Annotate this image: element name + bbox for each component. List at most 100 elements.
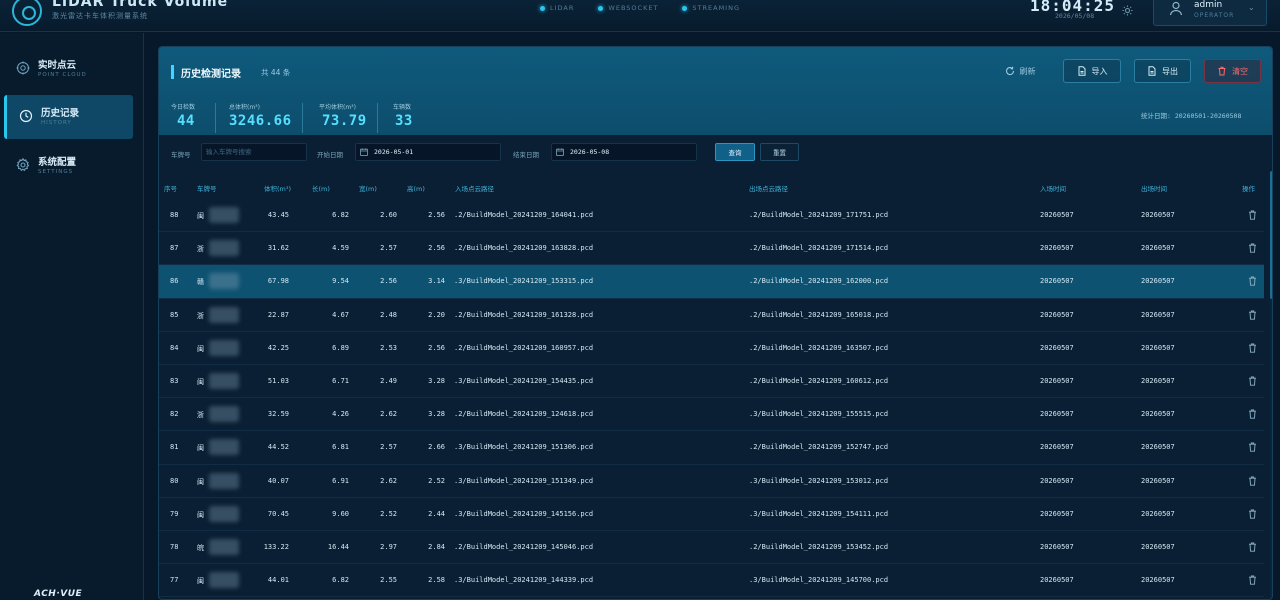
import-button[interactable]: 导入 <box>1063 59 1121 83</box>
cell-plate: 浙 <box>197 245 204 254</box>
table-body: 88 闽 43.45 6.82 2.60 2.56 .2/BuildModel_202412… <box>159 199 1264 598</box>
sidebar-item-point-cloud[interactable]: 实时点云 POINT CLOUD <box>4 47 133 91</box>
cell-in-path: .2/BuildModel_20241209_145046.pcd <box>454 542 594 551</box>
cell-out-time: 20260507 <box>1141 310 1175 319</box>
table-row[interactable]: 84 闽 42.25 6.89 2.53 2.56 .2/BuildModel_202412… <box>159 332 1264 365</box>
cell-length: 9.60 <box>332 509 349 518</box>
sidebar-item-sublabel: HISTORY <box>41 120 72 126</box>
cell-volume: 43.45 <box>267 211 289 219</box>
status-dot-icon <box>682 5 688 11</box>
plate-redaction-blur <box>209 505 239 522</box>
clock-icon <box>19 109 33 123</box>
cell-volume: 42.25 <box>267 343 289 352</box>
cell-in-time: 20260507 <box>1040 509 1074 518</box>
plate-redaction-blur <box>209 306 239 323</box>
table-row[interactable]: 87 浙 31.62 4.59 2.57 2.56 .2/BuildModel_202412… <box>159 232 1264 266</box>
delete-row-icon[interactable] <box>1248 509 1257 519</box>
panel-header: 历史检测记录 共 44 条 刷新 导入 导出 清空 今日检数 44 总体积(m³… <box>159 47 1272 135</box>
col-header-height: 高(m) <box>407 185 425 193</box>
stat-value: 44 <box>177 113 195 129</box>
table-row[interactable]: 80 闽 40.07 6.91 2.62 2.52 .3/BuildModel_202412… <box>159 465 1264 498</box>
table-scrollbar[interactable] <box>1270 171 1272 599</box>
status-label: WEBSOCKET <box>608 4 659 12</box>
sidebar-item-sublabel: SETTINGS <box>38 169 74 175</box>
cell-width: 2.57 <box>380 244 397 253</box>
sidebar-item-settings[interactable]: 系统配置 SETTINGS <box>4 144 133 188</box>
start-date-picker[interactable]: 2026-05-01 <box>355 143 501 161</box>
user-menu[interactable]: admin OPERATOR ⌄ <box>1153 0 1267 26</box>
table-row[interactable]: 88 闽 43.45 6.82 2.60 2.56 .2/BuildModel_202412… <box>159 199 1264 233</box>
status-lidar: LIDAR <box>540 4 574 12</box>
table-row[interactable]: 79 闽 70.45 9.60 2.52 2.44 .3/BuildModel_202412… <box>159 498 1264 531</box>
start-date-label: 开始日期 <box>317 151 343 159</box>
start-date-value: 2026-05-01 <box>374 148 414 156</box>
delete-row-icon[interactable] <box>1248 575 1257 585</box>
cell-length: 6.71 <box>332 376 349 385</box>
cell-out-time: 20260507 <box>1141 410 1175 419</box>
theme-toggle-button[interactable] <box>1115 0 1139 20</box>
col-header-out-time: 出场时间 <box>1141 185 1167 193</box>
table-row[interactable]: 83 闽 51.03 6.71 2.49 3.28 .3/BuildModel_202412… <box>159 365 1264 399</box>
stat-divider <box>215 103 216 133</box>
cell-plate: 闽 <box>197 377 204 386</box>
plate-search-input[interactable] <box>206 144 302 160</box>
plate-redaction-blur <box>209 538 239 555</box>
table-row[interactable]: 82 浙 32.59 4.26 2.62 3.28 .2/BuildModel_202412… <box>159 398 1264 432</box>
query-button[interactable]: 查询 <box>715 143 755 161</box>
delete-row-icon[interactable] <box>1248 542 1257 552</box>
plate-search-field[interactable] <box>201 143 307 161</box>
cell-plate: 浙 <box>197 411 204 420</box>
delete-row-icon[interactable] <box>1248 442 1257 452</box>
delete-row-icon[interactable] <box>1248 343 1257 353</box>
cell-out-path: .2/BuildModel_20241209_163507.pcd <box>749 343 889 352</box>
table-row[interactable]: 78 皖 133.22 16.44 2.97 2.84 .2/BuildModel_2024… <box>159 531 1264 565</box>
cell-out-time: 20260507 <box>1141 343 1175 352</box>
cell-height: 2.20 <box>428 310 445 319</box>
end-date-picker[interactable]: 2026-05-08 <box>551 143 697 161</box>
cell-length: 4.67 <box>332 310 349 319</box>
app-subtitle: 激光雷达卡车体积测量系统 <box>52 12 148 20</box>
reset-button[interactable]: 重置 <box>760 143 799 161</box>
cell-volume: 22.87 <box>267 310 289 319</box>
cell-out-path: .2/BuildModel_20241209_171751.pcd <box>749 211 889 219</box>
cell-height: 2.44 <box>428 509 445 518</box>
cell-height: 3.28 <box>428 376 445 385</box>
end-date-value: 2026-05-08 <box>570 148 610 156</box>
cell-out-time: 20260507 <box>1141 542 1175 551</box>
stat-label: 总体积(m³) <box>229 104 260 111</box>
delete-row-icon[interactable] <box>1248 409 1257 419</box>
radar-icon <box>16 61 30 75</box>
app-title: LIDAR Truck Volume <box>52 0 229 10</box>
col-header-in-path: 入场点云路径 <box>455 185 494 193</box>
delete-row-icon[interactable] <box>1248 476 1257 486</box>
delete-row-icon[interactable] <box>1248 210 1257 220</box>
cell-length: 4.26 <box>332 410 349 419</box>
stat-total-volume: 总体积(m³) 3246.66 <box>229 102 292 129</box>
cell-out-path: .2/BuildModel_20241209_152747.pcd <box>749 443 889 452</box>
delete-row-icon[interactable] <box>1248 243 1257 253</box>
cell-width: 2.52 <box>380 509 397 518</box>
delete-row-icon[interactable] <box>1248 310 1257 320</box>
cell-in-path: .2/BuildModel_20241209_124618.pcd <box>454 410 594 419</box>
user-name: admin <box>1194 0 1223 10</box>
table-row[interactable]: 77 闽 44.01 6.82 2.55 2.58 .3/BuildModel_202412… <box>159 564 1264 598</box>
cell-length: 4.59 <box>332 244 349 253</box>
table-row[interactable]: 86 赣 67.98 9.54 2.56 3.14 .3/BuildModel_202412… <box>159 265 1264 299</box>
cell-in-time: 20260507 <box>1040 343 1074 352</box>
cell-out-path: .3/BuildModel_20241209_155515.pcd <box>749 410 889 419</box>
delete-row-icon[interactable] <box>1248 276 1257 287</box>
table-row[interactable]: 81 闽 44.52 6.81 2.57 2.66 .3/BuildModel_202412… <box>159 431 1264 465</box>
table-row[interactable]: 85 浙 22.87 4.67 2.48 2.20 .2/BuildModel_202412… <box>159 299 1264 332</box>
refresh-icon <box>1005 66 1014 76</box>
plate-redaction-blur <box>209 273 239 290</box>
cell-height: 2.56 <box>428 211 445 219</box>
clear-button[interactable]: 清空 <box>1204 59 1261 83</box>
export-button[interactable]: 导出 <box>1134 59 1191 83</box>
delete-row-icon[interactable] <box>1248 376 1257 386</box>
sidebar-item-history[interactable]: 历史记录 HISTORY <box>4 95 133 139</box>
cell-index: 78 <box>170 542 179 551</box>
col-header-index: 序号 <box>164 185 177 193</box>
cell-width: 2.62 <box>380 410 397 419</box>
refresh-button[interactable]: 刷新 <box>995 59 1045 83</box>
scrollbar-thumb[interactable] <box>1270 171 1272 299</box>
